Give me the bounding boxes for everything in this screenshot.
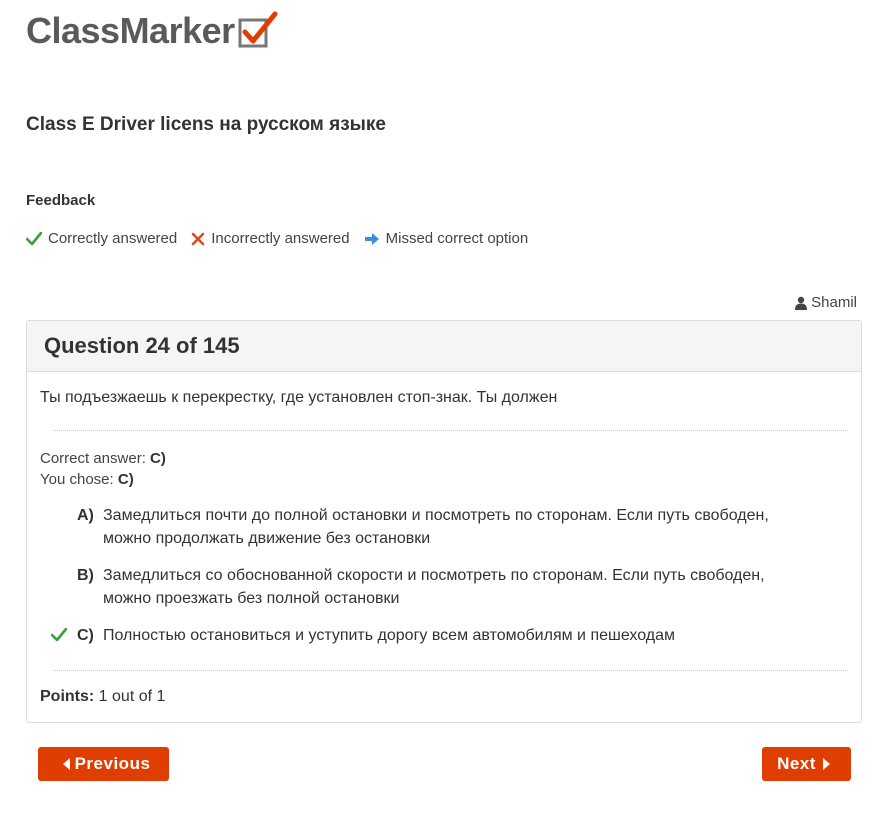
legend-correct: Correctly answered [26,230,177,247]
answer-option-a: A) Замедлиться почти до полной остановки… [51,504,811,550]
correct-answer-line: Correct answer: C) [40,448,166,469]
correct-answer-label: Correct answer: [40,450,146,467]
next-button[interactable]: Next [762,747,851,781]
divider [53,670,848,671]
arrow-right-icon [364,232,379,245]
question-panel: Question 24 of 145 Ты подъезжаешь к пере… [26,320,862,723]
check-icon [51,628,67,642]
option-a-letter: A) [77,507,94,524]
legend-correct-label: Correctly answered [48,230,178,247]
option-a-mark [51,504,77,550]
question-text: Ты подъезжаешь к перекрестку, где устано… [40,389,558,406]
correct-answer-value: C) [150,450,166,467]
user-icon [795,296,808,310]
option-c-letter: C) [77,627,94,644]
answer-summary: Correct answer: C) You chose: C) [40,448,166,490]
points-label: Points: [40,688,95,705]
you-chose-value: C) [117,471,134,488]
exam-title: Class E Driver licens на русском языке [26,114,386,135]
caret-right-icon [822,758,830,770]
points-line: Points: 1 out of 1 [40,688,165,706]
checkbox-check-icon [238,11,278,48]
previous-button-label: Previous [74,754,151,773]
previous-button[interactable]: Previous [38,747,169,781]
option-c-text: Полностью остановиться и уступить дорогу… [103,627,675,644]
option-b-mark [51,564,77,610]
user-info: Shamil [795,294,857,311]
classmarker-logo: ClassMarker [26,10,279,52]
option-b-letter: B) [77,567,94,584]
question-number-title: Question 24 of 145 [44,333,240,358]
legend-missed: Missed correct option [364,230,529,247]
legend-incorrect-label: Incorrectly answered [211,230,350,247]
question-panel-header: Question 24 of 145 [27,321,861,372]
you-chose-label: You chose: [40,471,114,488]
feedback-heading: Feedback [26,192,96,209]
points-value: 1 out of 1 [98,688,166,705]
check-icon [26,231,42,245]
caret-left-icon [62,758,70,770]
logo-text: ClassMarker [26,10,235,51]
answer-option-c: C) Полностью остановиться и уступить дор… [51,624,811,647]
divider [53,430,848,431]
option-b-text: Замедлиться со обоснованной скорости и п… [103,567,765,607]
cross-icon [191,232,205,245]
option-a-text: Замедлиться почти до полной остановки и … [103,507,769,547]
you-chose-line: You chose: C) [40,469,166,490]
feedback-legend: Correctly answered Incorrectly answered … [26,230,542,247]
legend-incorrect: Incorrectly answered [191,230,350,247]
next-button-label: Next [777,754,816,773]
legend-missed-label: Missed correct option [385,230,529,247]
user-name: Shamil [811,294,857,311]
answer-options: A) Замедлиться почти до полной остановки… [51,504,811,661]
option-c-mark [51,624,77,647]
answer-option-b: B) Замедлиться со обоснованной скорости … [51,564,811,610]
